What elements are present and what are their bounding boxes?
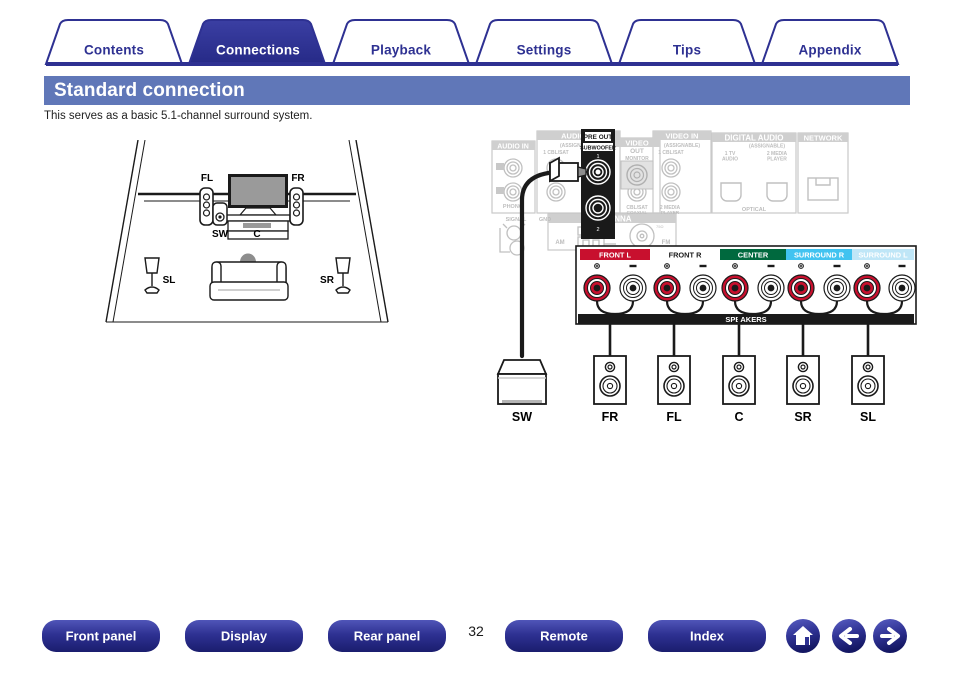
room-speaker-layout-diagram: FL FR SW C SL SR [105, 140, 389, 323]
terminal-label-center: CENTER [738, 251, 769, 260]
tab-appendix[interactable]: Appendix [798, 43, 861, 58]
binding-post-surround-r-minus[interactable] [823, 274, 851, 302]
speaker-label-sr: SR [794, 410, 811, 424]
top-tab-bar: Contents Connections Playback Settings T… [0, 18, 954, 66]
room-label-fr: FR [291, 173, 305, 184]
speaker-box-sw [496, 359, 548, 405]
panel-label-subwoofer: SUBWOOFER [580, 146, 616, 152]
panel-port-cbl-sat-audio: 1 CBL/SAT [543, 150, 568, 156]
binding-post-surround-l-minus[interactable] [888, 274, 916, 302]
page-title: Standard connection [54, 79, 245, 101]
panel-label-pre-out: PRE OUT [584, 134, 613, 141]
panel-label-video-out: VIDEO [625, 139, 649, 148]
panel-port-media-player-video2: PLAYER [661, 210, 680, 215]
page-subtitle: This serves as a basic 5.1-channel surro… [44, 110, 313, 122]
panel-label-video-in: VIDEO IN [666, 132, 699, 141]
panel-label-75ohm: 75Ω [656, 224, 663, 229]
panel-label-sw-jack-2: 2 [596, 227, 599, 233]
binding-post-center-minus[interactable] [757, 274, 785, 302]
speaker-box-fr [593, 355, 627, 405]
pre-out-subwoofer-block: PRE OUT SUBWOOFER 1 2 [580, 129, 616, 239]
binding-post-surround-l-plus[interactable] [853, 274, 881, 302]
nav-button-remote[interactable]: Remote [540, 629, 588, 644]
front-right-speaker-icon [289, 187, 304, 226]
tab-settings[interactable]: Settings [517, 43, 572, 58]
panel-port-coaxial: COAXIAL [627, 210, 648, 215]
speaker-label-fl: FL [666, 410, 682, 424]
panel-label-gnd: GND [539, 217, 551, 223]
panel-label-digital-audio: DIGITAL AUDIO [725, 134, 784, 143]
room-label-fl: FL [201, 173, 213, 184]
surround-right-speaker-icon [335, 257, 351, 294]
page-title-bar: Standard connection [44, 76, 910, 105]
panel-port-tv-audio2: AUDIO [722, 157, 738, 163]
tab-connections[interactable]: Connections [216, 43, 300, 58]
binding-post-front-r-plus[interactable] [653, 274, 681, 302]
panel-label-am: AM [555, 240, 564, 246]
subwoofer-icon [212, 202, 228, 226]
nav-button-front-panel[interactable]: Front panel [66, 629, 137, 644]
speaker-label-sl: SL [860, 410, 876, 424]
binding-post-front-l-minus[interactable] [619, 274, 647, 302]
tv-icon [228, 174, 288, 216]
listener-sofa-icon [209, 253, 289, 301]
panel-sub-video-out: OUT [630, 148, 644, 155]
terminal-label-surround-r: SURROUND R [794, 251, 845, 260]
terminal-label-front-l: FRONT L [599, 251, 632, 260]
speaker-label-c: C [734, 410, 743, 424]
tab-tips[interactable]: Tips [673, 43, 701, 58]
panel-port-media-player-digital2: PLAYER [767, 157, 787, 163]
room-label-sw: SW [212, 229, 229, 240]
panel-port-cbl-sat-video: 1 CBL/SAT [658, 150, 683, 156]
speaker-box-sr [786, 355, 820, 405]
speaker-box-c [722, 355, 756, 405]
panel-label-network: NETWORK [804, 134, 843, 143]
page-number: 32 [468, 623, 484, 639]
speakers-bar-label: SPEAKERS [725, 315, 766, 324]
panel-label-optical: OPTICAL [742, 207, 767, 213]
panel-label-sw-jack-1: 1 [596, 154, 599, 160]
room-label-sr: SR [320, 275, 335, 286]
panel-label-audio-in-phono: AUDIO IN [497, 144, 529, 151]
front-left-speaker-icon [199, 187, 214, 226]
speaker-terminal-block: FRONT L FRONT R CENTER SURROUND R SURROU… [575, 245, 917, 325]
nav-button-index[interactable]: Index [690, 629, 724, 644]
speaker-box-fl [657, 355, 691, 405]
terminal-label-surround-l: SURROUND L [858, 251, 908, 260]
room-label-sl: SL [163, 275, 176, 286]
nav-button-rear-panel[interactable]: Rear panel [354, 629, 420, 644]
nav-button-display[interactable]: Display [221, 629, 267, 644]
panel-sub-assignable-video: (ASSIGNABLE) [664, 143, 700, 149]
binding-post-front-r-minus[interactable] [689, 274, 717, 302]
surround-left-speaker-icon [144, 257, 160, 294]
binding-post-surround-r-plus[interactable] [787, 274, 815, 302]
panel-sub-assignable-digital: (ASSIGNABLE) [749, 144, 785, 150]
panel-label-fm: FM [662, 240, 671, 246]
tab-contents[interactable]: Contents [84, 43, 144, 58]
binding-post-front-l-plus[interactable] [583, 274, 611, 302]
rear-panel-wiring-diagram: AUDIO IN AUDIO IN VIDEO IN VIDEO DIGITAL… [491, 129, 917, 424]
tab-playback[interactable]: Playback [371, 43, 431, 58]
binding-post-center-plus[interactable] [721, 274, 749, 302]
room-label-c: C [253, 229, 260, 240]
terminal-label-front-r: FRONT R [669, 251, 703, 260]
speaker-box-sl [851, 355, 885, 405]
speaker-label-sw: SW [512, 410, 532, 424]
speaker-label-fr: FR [602, 410, 619, 424]
